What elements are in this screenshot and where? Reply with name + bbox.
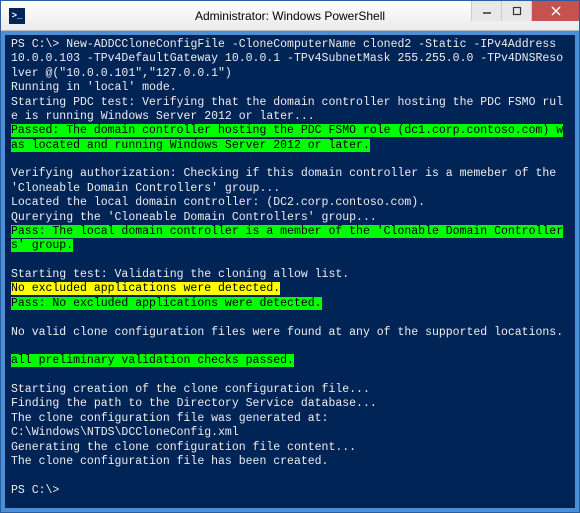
console-line bbox=[11, 153, 569, 167]
maximize-icon bbox=[512, 6, 522, 16]
console-line: Pass: No excluded applications were dete… bbox=[11, 297, 569, 311]
console-line: all preliminary validation checks passed… bbox=[11, 354, 569, 368]
minimize-icon bbox=[482, 6, 492, 16]
console-line: PS C:\> bbox=[11, 484, 569, 498]
powershell-icon: >_ bbox=[9, 8, 25, 24]
pass-highlight: all preliminary validation checks passed… bbox=[11, 354, 294, 367]
console-line: Generating the clone configuration file … bbox=[11, 441, 569, 455]
maximize-button[interactable] bbox=[501, 1, 531, 21]
console-line bbox=[11, 469, 569, 483]
console-line: Located the local domain controller: (DC… bbox=[11, 196, 569, 210]
console-line bbox=[11, 369, 569, 383]
titlebar[interactable]: >_ Administrator: Windows PowerShell bbox=[1, 1, 579, 31]
console-line: Starting test: Validating the cloning al… bbox=[11, 268, 569, 282]
window-controls bbox=[471, 1, 579, 23]
close-icon bbox=[550, 5, 562, 17]
pass-highlight: Pass: The local domain controller is a m… bbox=[11, 225, 563, 252]
console-line bbox=[11, 254, 569, 268]
powershell-window: >_ Administrator: Windows PowerShell PS … bbox=[0, 0, 580, 513]
prompt: PS C:\> bbox=[11, 38, 66, 51]
console-line: Starting PDC test: Verifying that the do… bbox=[11, 96, 569, 125]
minimize-button[interactable] bbox=[471, 1, 501, 21]
console-line: Finding the path to the Directory Servic… bbox=[11, 397, 569, 411]
console-line: Running in 'local' mode. bbox=[11, 81, 569, 95]
console-line: Qurerying the 'Cloneable Domain Controll… bbox=[11, 211, 569, 225]
console-line: PS C:\> New-ADDCCloneConfigFile -CloneCo… bbox=[11, 38, 569, 81]
console-line: Starting creation of the clone configura… bbox=[11, 383, 569, 397]
console-line: Verifying authorization: Checking if thi… bbox=[11, 167, 569, 196]
console-line: No valid clone configuration files were … bbox=[11, 326, 569, 340]
pass-highlight: Passed: The domain controller hosting th… bbox=[11, 124, 563, 151]
console-area[interactable]: PS C:\> New-ADDCCloneConfigFile -CloneCo… bbox=[5, 35, 575, 508]
warn-highlight: No excluded applications were detected. bbox=[11, 282, 280, 295]
console-line bbox=[11, 340, 569, 354]
pass-highlight: Pass: No excluded applications were dete… bbox=[11, 297, 322, 310]
console-line: The clone configuration file was generat… bbox=[11, 412, 569, 426]
command-text: New-ADDCCloneConfigFile -CloneComputerNa… bbox=[11, 38, 563, 80]
console-line: Passed: The domain controller hosting th… bbox=[11, 124, 569, 153]
close-button[interactable] bbox=[531, 1, 579, 21]
console-line: No excluded applications were detected. bbox=[11, 282, 569, 296]
console-line bbox=[11, 311, 569, 325]
console-line: C:\Windows\NTDS\DCCloneConfig.xml bbox=[11, 426, 569, 440]
console-line: Pass: The local domain controller is a m… bbox=[11, 225, 569, 254]
console-line: The clone configuration file has been cr… bbox=[11, 455, 569, 469]
prompt: PS C:\> bbox=[11, 484, 59, 497]
